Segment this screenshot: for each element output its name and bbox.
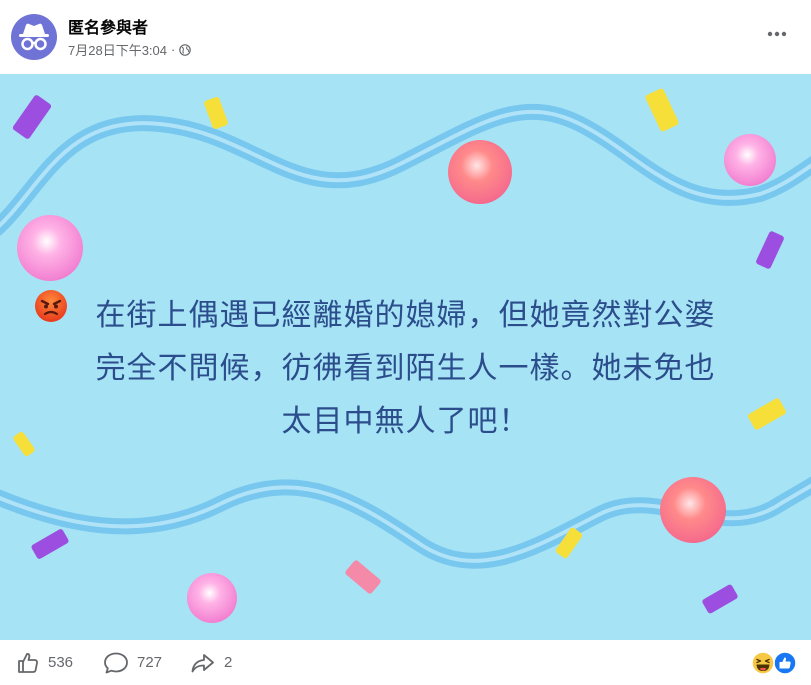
share-count: 2 (224, 654, 233, 671)
post-text-line: 完全不問候，彷彿看到陌生人一樣。她未免也 (95, 352, 716, 385)
ellipsis-icon (767, 31, 787, 37)
post-meta: 7月28日下午3:04 · (68, 40, 192, 59)
anonymous-avatar[interactable] (11, 14, 57, 60)
post-timestamp[interactable]: 7月28日下午3:04 (68, 40, 167, 59)
confetti (345, 560, 381, 594)
reaction-summary[interactable] (751, 651, 797, 675)
confetti (31, 529, 69, 559)
comment-count: 727 (137, 654, 163, 671)
confetti (204, 97, 228, 129)
thumbs-up-icon (18, 652, 38, 673)
post-text: 在街上偶遇已經離婚的媳婦，但她竟然對公婆 完全不問候，彷彿看到陌生人一樣。她未免… (30, 289, 781, 448)
red-bubble (448, 140, 512, 204)
confetti (756, 231, 784, 269)
pink-bubble (17, 215, 83, 281)
incognito-icon (19, 23, 49, 51)
post-background-card: 在街上偶遇已經離婚的媳婦，但她竟然對公婆 完全不問候，彷彿看到陌生人一樣。她未免… (0, 74, 811, 640)
post-footer: 536 727 2 (0, 640, 811, 685)
confetti (12, 95, 52, 139)
more-options-button[interactable] (765, 22, 789, 46)
post-header: 匿名參與者 7月28日下午3:04 · (0, 0, 811, 74)
globe-icon[interactable] (179, 43, 192, 56)
post-text-line-last: 太目中無人了吧！ (30, 290, 781, 448)
top-ribbon (0, 103, 811, 236)
meta-separator: · (171, 42, 176, 57)
author-name[interactable]: 匿名參與者 (68, 14, 148, 38)
post-text-line: 在街上偶遇已經離婚的媳婦，但她竟然對公婆 (95, 299, 716, 332)
comment-icon (104, 652, 128, 673)
like-reaction-icon (773, 651, 797, 675)
like-button[interactable]: 536 (16, 640, 73, 685)
pink-bubble (187, 573, 237, 623)
share-button[interactable]: 2 (190, 640, 232, 685)
confetti (645, 88, 679, 132)
haha-reaction-icon (751, 651, 775, 675)
post-text-line: 太目中無人了吧！ (281, 405, 530, 438)
angry-face-emoji (35, 290, 67, 322)
like-count: 536 (48, 654, 74, 671)
confetti (702, 584, 738, 614)
red-bubble (660, 477, 726, 543)
share-icon (191, 653, 214, 672)
comment-button[interactable]: 727 (103, 640, 162, 685)
pink-bubble (724, 134, 776, 186)
